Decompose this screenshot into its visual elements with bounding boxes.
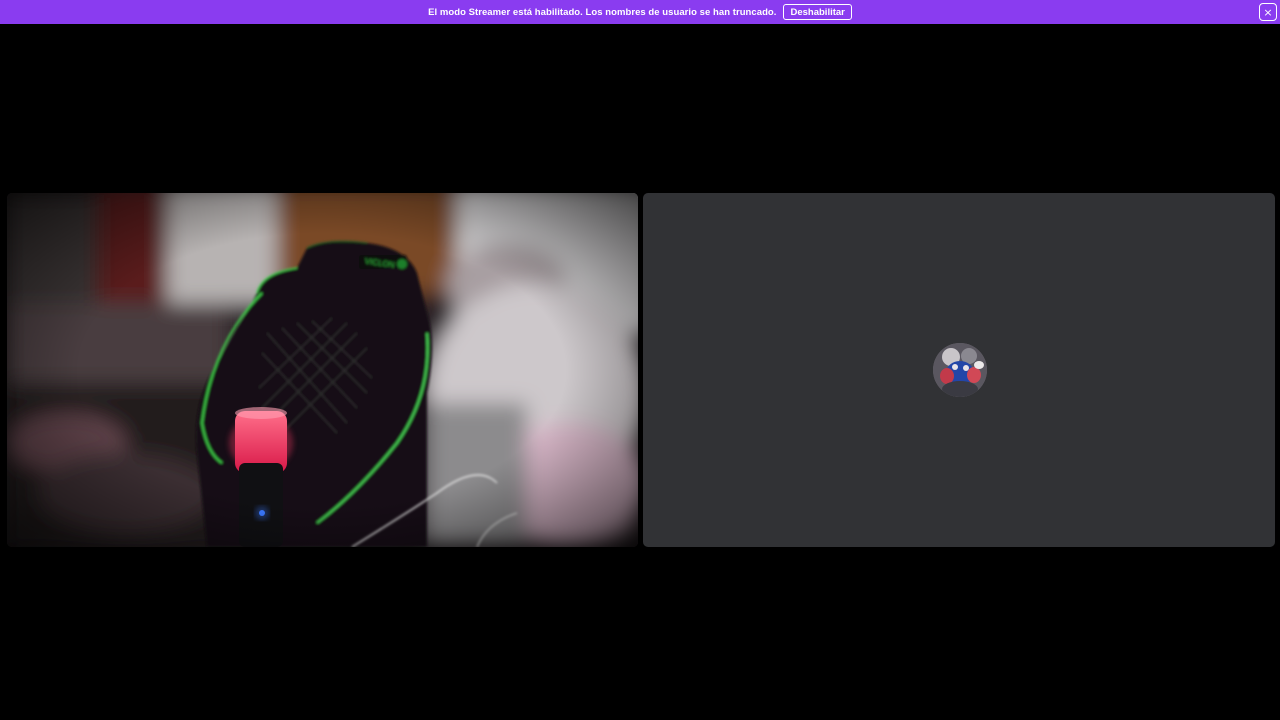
streamer-mode-message: El modo Streamer está habilitado. Los no… bbox=[428, 6, 777, 18]
camera-video-feed: VICLON bbox=[7, 193, 638, 547]
close-notice-icon[interactable]: × bbox=[1259, 3, 1277, 21]
disable-streamer-mode-button[interactable]: Deshabilitar bbox=[783, 4, 852, 20]
participant-video-tile[interactable]: VICLON bbox=[7, 193, 638, 547]
participant-avatar bbox=[933, 343, 987, 397]
streamer-mode-notice-bar: El modo Streamer está habilitado. Los no… bbox=[0, 0, 1280, 24]
call-window: El modo Streamer está habilitado. Los no… bbox=[0, 0, 1280, 720]
participant-avatar-tile[interactable] bbox=[643, 193, 1275, 547]
